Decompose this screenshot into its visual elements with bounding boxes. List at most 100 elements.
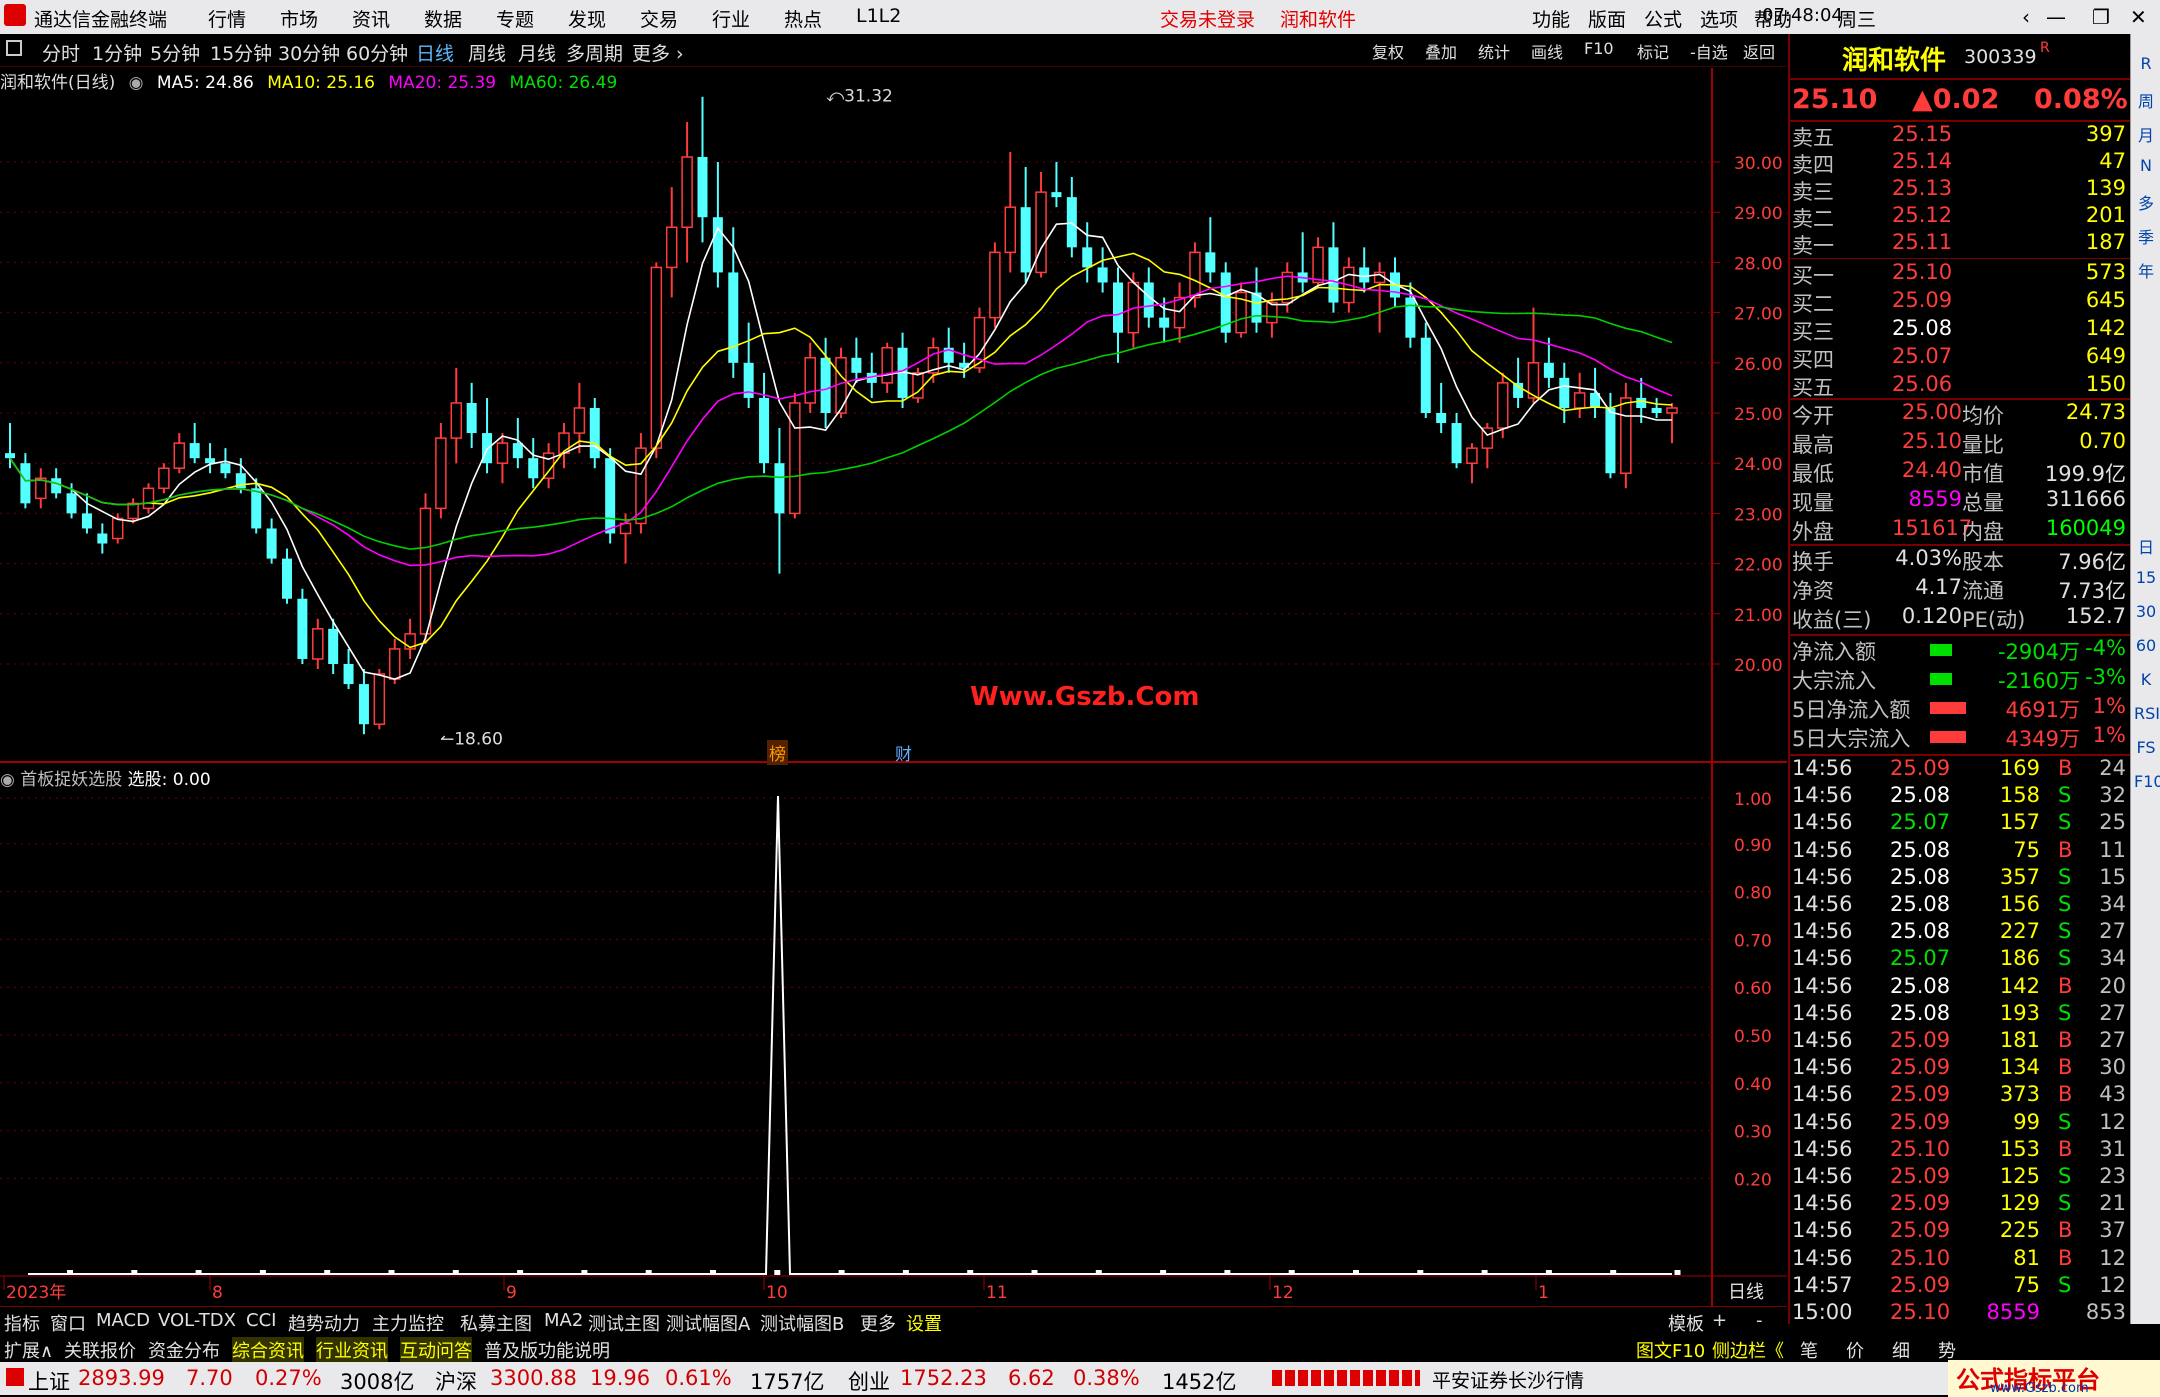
indicator-toggle-icon[interactable]: ◉ xyxy=(0,770,15,790)
tab-right-0[interactable]: 模板 xyxy=(1668,1310,1704,1336)
indicator-tab-10[interactable]: 测试幅图A xyxy=(666,1310,750,1336)
candle-body-14 xyxy=(220,463,231,474)
ext-right-2[interactable]: 笔 xyxy=(1800,1337,1818,1363)
right-menu-0[interactable]: 功能 xyxy=(1532,5,1570,32)
data-source[interactable]: 平安证券长沙行情 xyxy=(1432,1366,1584,1393)
indicator-tab-6[interactable]: 主力监控 xyxy=(372,1310,444,1336)
indicator-tab-9[interactable]: 测试主图 xyxy=(588,1310,660,1336)
chart-btn-5[interactable]: 标记 xyxy=(1637,39,1669,63)
period-tab-5[interactable]: 60分钟 xyxy=(346,39,408,66)
period-tab-1[interactable]: 1分钟 xyxy=(92,39,142,66)
tool-10[interactable]: 60 xyxy=(2134,636,2158,655)
indicator-tab-3[interactable]: VOL-TDX xyxy=(158,1310,236,1331)
ext-tab-0[interactable]: 扩展∧ xyxy=(4,1337,53,1363)
tab-right-1[interactable]: + xyxy=(1712,1310,1727,1331)
buy-row-4: 买五 25.06 150 xyxy=(1792,372,2126,400)
price-label-9: 21.00 xyxy=(1734,606,1783,626)
tool-14[interactable]: F10 xyxy=(2134,772,2160,791)
ext-right-3[interactable]: 价 xyxy=(1846,1337,1864,1363)
tool-8[interactable]: 15 xyxy=(2134,568,2158,587)
tool-7[interactable]: 日 xyxy=(2134,534,2158,558)
indicator-tab-0[interactable]: 指标 xyxy=(4,1310,40,1336)
ext-tab-6[interactable]: 普及版功能说明 xyxy=(484,1337,610,1363)
tool-12[interactable]: RSI xyxy=(2134,704,2160,723)
info-toggle-icon[interactable]: ◉ xyxy=(129,73,144,93)
cy-change: 6.62 xyxy=(1008,1366,1055,1390)
ind-label-4: 0.60 xyxy=(1734,979,1772,999)
indicator-tab-7[interactable]: 私募主图 xyxy=(460,1310,532,1336)
chart-btn-6[interactable]: -自选 xyxy=(1690,39,1728,63)
period-tab-7[interactable]: 周线 xyxy=(468,39,506,66)
tag-bang[interactable]: 榜 xyxy=(767,740,788,765)
chart-btn-7[interactable]: 返回 xyxy=(1743,39,1775,63)
sidebar-toggle-icon[interactable] xyxy=(6,40,22,56)
tick-row-5: 14:56 25.08 156 S 34 xyxy=(1792,892,2126,916)
tool-2[interactable]: 月 xyxy=(2134,122,2158,146)
period-tab-2[interactable]: 5分钟 xyxy=(150,39,200,66)
candle-body-64 xyxy=(989,251,1001,319)
chart-area[interactable]: 30.00 29.00 28.00 27.00 26.00 25.00 24.00 23.00… xyxy=(0,68,1787,1308)
restore-icon[interactable]: ❐ xyxy=(2092,5,2110,29)
tool-4[interactable]: 多 xyxy=(2134,190,2158,214)
ext-tab-4[interactable]: 行业资讯 xyxy=(316,1337,388,1363)
sh-label[interactable]: 上证 xyxy=(28,1366,70,1396)
chart-btn-0[interactable]: 复权 xyxy=(1372,39,1404,63)
chart-btn-2[interactable]: 统计 xyxy=(1478,39,1510,63)
x-label-5: 12 xyxy=(1272,1283,1294,1303)
signal-dot-4 xyxy=(324,1270,331,1275)
sz-label[interactable]: 沪深 xyxy=(435,1366,477,1396)
tab-right-2[interactable]: - xyxy=(1756,1310,1763,1331)
candle-body-97 xyxy=(1496,382,1509,429)
indicator-tab-1[interactable]: 窗口 xyxy=(50,1310,86,1336)
indicator-tab-13[interactable]: 设置 xyxy=(906,1310,942,1336)
ext-tab-2[interactable]: 资金分布 xyxy=(148,1337,220,1363)
signal-dot-10 xyxy=(710,1270,716,1275)
ext-tab-1[interactable]: 关联报价 xyxy=(64,1337,136,1363)
right-menu-1[interactable]: 版面 xyxy=(1588,5,1626,32)
indicator-tab-12[interactable]: 更多 xyxy=(860,1310,896,1336)
period-tab-4[interactable]: 30分钟 xyxy=(278,39,340,66)
indicator-tab-5[interactable]: 趋势动力 xyxy=(288,1310,360,1336)
tool-5[interactable]: 季 xyxy=(2134,224,2158,248)
ext-tab-3[interactable]: 综合资讯 xyxy=(232,1337,304,1363)
period-tab-9[interactable]: 多周期 xyxy=(566,39,623,66)
tool-9[interactable]: 30 xyxy=(2134,602,2158,621)
tool-11[interactable]: K xyxy=(2134,670,2158,689)
chart-btn-4[interactable]: F10 xyxy=(1584,39,1614,58)
period-tab-10[interactable]: 更多 › xyxy=(632,39,684,66)
tick-row-14: 14:56 25.10 153 B 31 xyxy=(1792,1136,2126,1161)
back-arrow-icon[interactable]: ‹ xyxy=(2022,5,2030,29)
tool-3[interactable]: N xyxy=(2134,156,2158,175)
tool-0[interactable]: R xyxy=(2134,54,2158,73)
tag-cai[interactable]: 财 xyxy=(893,740,914,765)
candle-body-95 xyxy=(1466,447,1478,464)
period-tab-3[interactable]: 15分钟 xyxy=(210,39,272,66)
ext-right-0[interactable]: 图文F10 xyxy=(1636,1337,1705,1363)
chart-btn-3[interactable]: 画线 xyxy=(1531,39,1563,63)
candle-body-1 xyxy=(20,463,31,504)
period-tab-0[interactable]: 分时 xyxy=(42,39,80,66)
chart-btn-1[interactable]: 叠加 xyxy=(1425,39,1457,63)
ext-right-4[interactable]: 细 xyxy=(1892,1337,1910,1363)
candle-body-5 xyxy=(81,513,92,529)
tick-row-20: 15:00 25.10 8559 853 xyxy=(1792,1300,2126,1324)
cy-label[interactable]: 创业 xyxy=(848,1366,890,1396)
right-menu-2[interactable]: 公式 xyxy=(1644,5,1682,32)
indicator-tab-8[interactable]: MA2 xyxy=(544,1310,583,1331)
period-tab-8[interactable]: 月线 xyxy=(518,39,556,66)
tool-1[interactable]: 周 xyxy=(2134,88,2158,112)
indicator-tab-4[interactable]: CCI xyxy=(246,1310,276,1331)
indicator-tab-11[interactable]: 测试幅图B xyxy=(760,1310,844,1336)
right-menu-3[interactable]: 选项 xyxy=(1700,5,1738,32)
close-icon[interactable]: ✕ xyxy=(2130,5,2147,29)
status-bar: 上证 2893.99 7.70 0.27% 3008亿 沪深 3300.88 1… xyxy=(0,1360,2160,1397)
minimize-icon[interactable]: — xyxy=(2046,5,2066,29)
ext-tab-5[interactable]: 互动问答 xyxy=(400,1337,472,1363)
period-tab-6[interactable]: 日线 xyxy=(416,39,454,66)
price-change: ▲0.02 xyxy=(1912,84,2000,115)
tool-6[interactable]: 年 xyxy=(2134,258,2158,282)
stat-row-0: 今开 25.00 均价 24.73 xyxy=(1792,400,2126,428)
ext-right-1[interactable]: 侧边栏《 xyxy=(1712,1337,1784,1363)
indicator-tab-2[interactable]: MACD xyxy=(96,1310,150,1331)
tool-13[interactable]: FS xyxy=(2134,738,2158,757)
